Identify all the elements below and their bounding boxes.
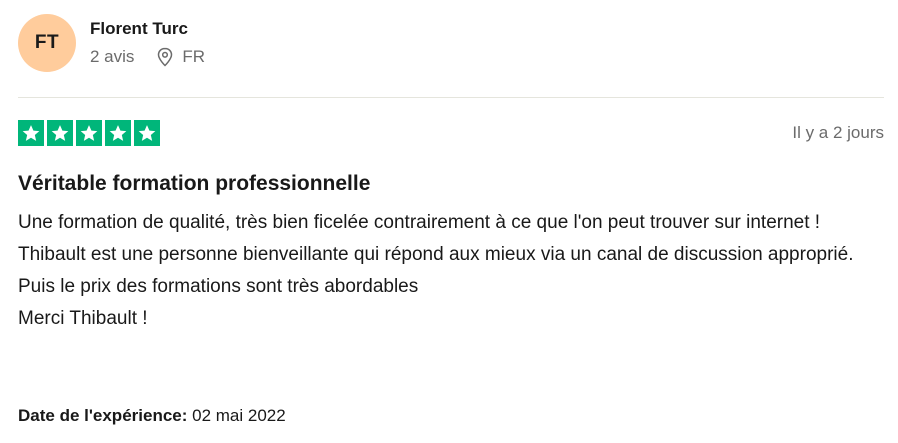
review-line: Une formation de qualité, très bien fice… xyxy=(18,212,821,233)
consumer-info: Florent Turc 2 avis FR xyxy=(90,18,205,67)
review-line: Merci Thibault ! xyxy=(18,308,148,329)
review-title[interactable]: Véritable formation professionnelle xyxy=(18,171,370,197)
avatar-initials: FT xyxy=(34,32,60,53)
rating-row: Il y a 2 jours xyxy=(18,119,884,147)
star-icon xyxy=(105,120,131,146)
location: FR xyxy=(156,47,205,67)
star-icon xyxy=(76,120,102,146)
review-body: Une formation de qualité, très bien fice… xyxy=(18,207,878,335)
review-line: Thibault est une personne bienveillante … xyxy=(18,244,854,265)
reviewer-header: FT Florent Turc 2 avis FR xyxy=(18,14,205,72)
location-pin-icon xyxy=(156,47,174,67)
review-line: Puis le prix des formations sont très ab… xyxy=(18,276,419,297)
avatar[interactable]: FT xyxy=(18,14,76,72)
star-icon xyxy=(47,120,73,146)
review-count: 2 avis xyxy=(90,47,135,66)
consumer-meta: 2 avis FR xyxy=(90,47,205,67)
experience-date: Date de l'expérience: 02 mai 2022 xyxy=(18,405,286,427)
divider xyxy=(18,97,884,98)
experience-date-value: 02 mai 2022 xyxy=(192,406,286,425)
reviewer-name[interactable]: Florent Turc xyxy=(90,18,205,40)
star-icon xyxy=(18,120,44,146)
review-date: Il y a 2 jours xyxy=(792,123,884,142)
star-rating xyxy=(18,120,160,146)
star-icon xyxy=(134,120,160,146)
country-code: FR xyxy=(182,47,206,66)
experience-label: Date de l'expérience: xyxy=(18,406,188,425)
